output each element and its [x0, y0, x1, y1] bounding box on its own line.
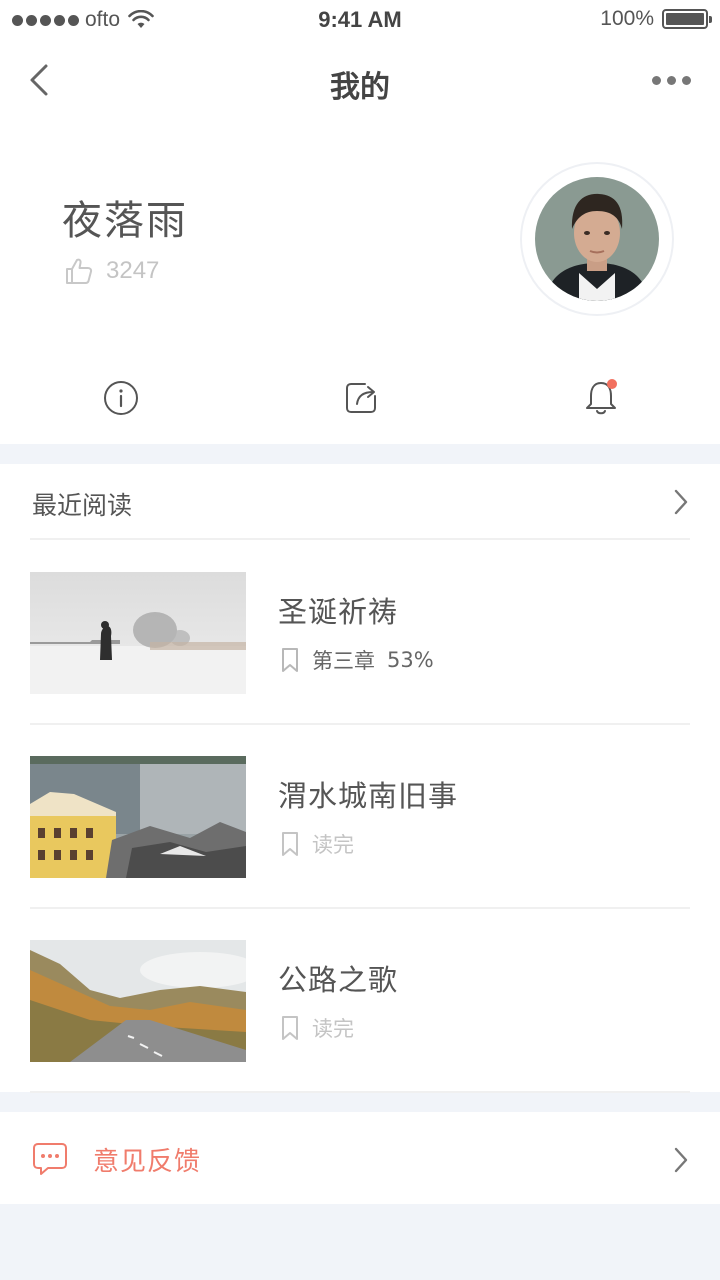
recent-reading-section: 最近阅读 圣诞祈祷 第三章 53% 渭水城南旧事 读完 公路之歌 读完	[0, 464, 720, 1093]
book-list-item[interactable]: 公路之歌 读完	[30, 909, 690, 1093]
info-button[interactable]	[97, 374, 145, 422]
battery-group: 100%	[600, 7, 712, 31]
user-name: 夜落雨	[62, 198, 188, 244]
likes-value: 3247	[106, 257, 160, 284]
book-progress: 第三章 53%	[280, 645, 434, 675]
progress-percent: 53%	[387, 648, 434, 672]
status-bar: ofto 9:41 AM 100%	[0, 0, 720, 40]
book-cover	[30, 756, 246, 878]
share-button[interactable]	[337, 374, 385, 422]
book-title: 公路之歌	[278, 963, 399, 997]
avatar-frame[interactable]	[520, 162, 674, 316]
feedback-row[interactable]: 意见反馈	[0, 1112, 720, 1204]
bookmark-icon	[282, 1016, 298, 1040]
more-dot	[652, 75, 661, 85]
chevron-right-icon	[674, 1147, 688, 1173]
bookmark-icon	[282, 648, 298, 672]
bookmark-icon	[282, 832, 298, 856]
page-title: 我的	[330, 70, 390, 105]
likes-count: 3247	[64, 256, 159, 286]
battery-percent: 100%	[600, 7, 654, 30]
read-status: 读完	[312, 1017, 354, 1041]
section-title: 最近阅读	[32, 491, 133, 520]
profile-card: 夜落雨 3247	[0, 124, 720, 444]
info-icon	[104, 381, 138, 415]
chapter-label: 第三章	[312, 649, 375, 673]
book-title: 渭水城南旧事	[278, 779, 459, 813]
book-list-item[interactable]: 圣诞祈祷 第三章 53%	[30, 541, 690, 725]
battery-icon	[662, 9, 712, 29]
nav-bar: 我的	[0, 40, 720, 124]
share-icon	[346, 383, 376, 413]
book-title: 圣诞祈祷	[278, 595, 399, 629]
notification-dot	[607, 379, 617, 389]
book-cover	[30, 940, 246, 1062]
more-options-button[interactable]	[652, 70, 696, 90]
book-list-item[interactable]: 渭水城南旧事 读完	[30, 725, 690, 909]
book-cover	[30, 572, 246, 694]
avatar	[535, 177, 659, 301]
read-status: 读完	[312, 833, 354, 857]
book-progress: 读完	[280, 1013, 354, 1043]
bell-icon	[586, 379, 617, 415]
feedback-label: 意见反馈	[93, 1147, 202, 1177]
action-row	[0, 374, 720, 430]
more-dot	[667, 75, 676, 85]
more-dot	[682, 75, 691, 85]
thumbs-up-icon	[66, 258, 93, 284]
chevron-right-icon	[674, 489, 688, 515]
chat-bubble-icon	[33, 1143, 67, 1175]
book-progress: 读完	[280, 829, 354, 859]
notifications-button[interactable]	[577, 374, 625, 422]
recent-reading-header[interactable]: 最近阅读	[30, 464, 690, 540]
